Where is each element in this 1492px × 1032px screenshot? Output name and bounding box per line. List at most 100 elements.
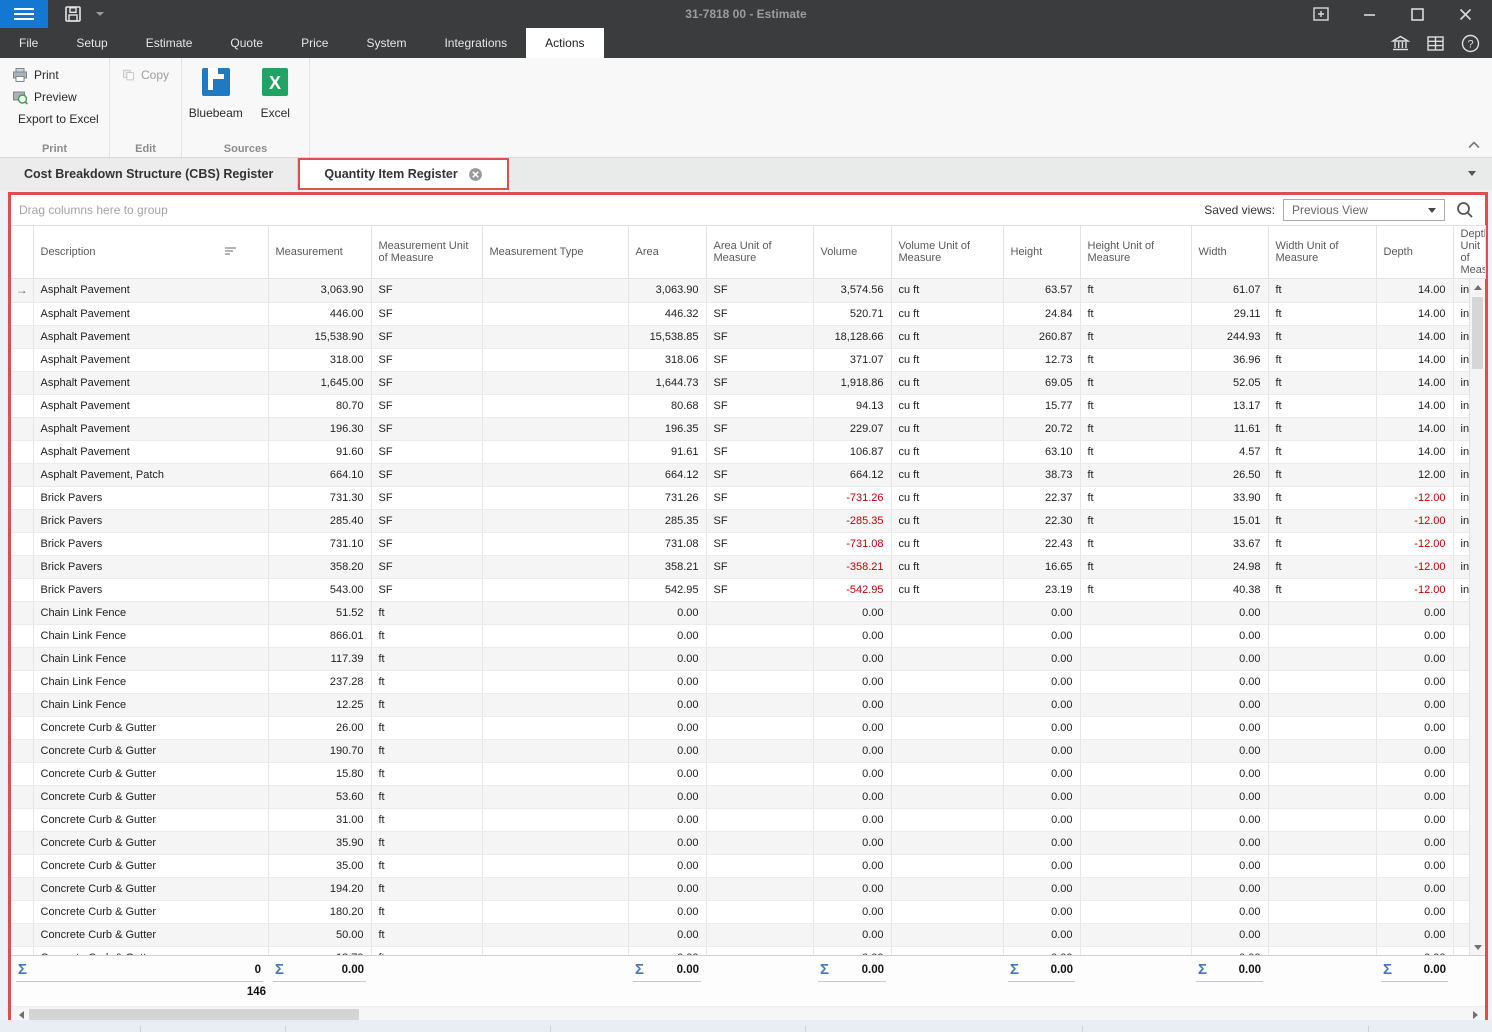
cell-width_uom[interactable]	[1268, 716, 1376, 739]
row-indicator[interactable]	[11, 440, 33, 463]
menu-file[interactable]: File	[0, 28, 57, 58]
cell-volume[interactable]: 0.00	[813, 808, 891, 831]
cell-depth_uom[interactable]	[1453, 739, 1469, 762]
cell-area_uom[interactable]	[706, 831, 813, 854]
cell-height_uom[interactable]: ft	[1080, 417, 1191, 440]
cell-description[interactable]: Asphalt Pavement	[33, 417, 268, 440]
cell-area[interactable]: 0.00	[628, 785, 706, 808]
cell-volume_uom[interactable]: cu ft	[891, 371, 1003, 394]
row-indicator[interactable]	[11, 532, 33, 555]
cell-measurement_uom[interactable]: ft	[371, 670, 482, 693]
row-indicator[interactable]	[11, 762, 33, 785]
column-header-height_uom[interactable]: Height Unit of Measure	[1080, 226, 1191, 279]
cell-height_uom[interactable]	[1080, 854, 1191, 877]
row-indicator[interactable]	[11, 486, 33, 509]
cell-area_uom[interactable]: SF	[706, 440, 813, 463]
tab-cbs-register[interactable]: Cost Breakdown Structure (CBS) Register	[0, 158, 298, 190]
row-indicator[interactable]	[11, 900, 33, 923]
cell-width_uom[interactable]: ft	[1268, 279, 1376, 302]
cell-area[interactable]: 1,644.73	[628, 371, 706, 394]
cell-volume_uom[interactable]: cu ft	[891, 509, 1003, 532]
cell-volume_uom[interactable]	[891, 900, 1003, 923]
cell-measurement_uom[interactable]: ft	[371, 808, 482, 831]
cell-area[interactable]: 285.35	[628, 509, 706, 532]
cell-measurement[interactable]: 50.00	[268, 923, 371, 946]
row-indicator[interactable]	[11, 302, 33, 325]
cell-volume_uom[interactable]: cu ft	[891, 440, 1003, 463]
cell-volume_uom[interactable]	[891, 647, 1003, 670]
cell-measurement[interactable]: 237.28	[268, 670, 371, 693]
cell-width[interactable]: 0.00	[1191, 854, 1268, 877]
cell-description[interactable]: Concrete Curb & Gutter	[33, 923, 268, 946]
cell-measurement_uom[interactable]: SF	[371, 440, 482, 463]
cell-width_uom[interactable]	[1268, 808, 1376, 831]
cell-measurement_type[interactable]	[482, 877, 628, 900]
cell-width_uom[interactable]: ft	[1268, 440, 1376, 463]
cell-area[interactable]: 0.00	[628, 808, 706, 831]
cell-width_uom[interactable]	[1268, 762, 1376, 785]
cell-measurement_type[interactable]	[482, 854, 628, 877]
cell-area[interactable]: 0.00	[628, 670, 706, 693]
column-header-measurement_type[interactable]: Measurement Type	[482, 226, 628, 279]
cell-measurement_type[interactable]	[482, 371, 628, 394]
cell-measurement[interactable]: 190.70	[268, 739, 371, 762]
cell-area[interactable]: 15,538.85	[628, 325, 706, 348]
cell-measurement_type[interactable]	[482, 325, 628, 348]
cell-area_uom[interactable]	[706, 946, 813, 955]
cell-area_uom[interactable]: SF	[706, 532, 813, 555]
cell-volume_uom[interactable]: cu ft	[891, 578, 1003, 601]
cell-height[interactable]: 69.05	[1003, 371, 1080, 394]
cell-height[interactable]: 0.00	[1003, 647, 1080, 670]
table-row[interactable]: Brick Pavers731.30SF731.26SF-731.26cu ft…	[11, 486, 1469, 509]
cell-height[interactable]: 0.00	[1003, 854, 1080, 877]
column-header-depth_uom[interactable]: Depth Unit of Measure	[1453, 226, 1485, 279]
scroll-down-icon[interactable]	[1470, 939, 1485, 955]
cell-height_uom[interactable]: ft	[1080, 555, 1191, 578]
cell-area[interactable]: 0.00	[628, 854, 706, 877]
cell-measurement[interactable]: 18.70	[268, 946, 371, 955]
cell-depth[interactable]: 14.00	[1376, 348, 1453, 371]
cell-volume[interactable]: 106.87	[813, 440, 891, 463]
cell-width[interactable]: 24.98	[1191, 555, 1268, 578]
cell-measurement[interactable]: 285.40	[268, 509, 371, 532]
row-indicator[interactable]	[11, 808, 33, 831]
cell-height[interactable]: 22.30	[1003, 509, 1080, 532]
table-row[interactable]: Brick Pavers543.00SF542.95SF-542.95cu ft…	[11, 578, 1469, 601]
cell-description[interactable]: Concrete Curb & Gutter	[33, 946, 268, 955]
cell-height[interactable]: 20.72	[1003, 417, 1080, 440]
cell-volume[interactable]: 0.00	[813, 647, 891, 670]
cell-depth_uom[interactable]: in	[1453, 555, 1469, 578]
cell-volume_uom[interactable]	[891, 831, 1003, 854]
cell-width_uom[interactable]: ft	[1268, 509, 1376, 532]
table-row[interactable]: Asphalt Pavement, Patch664.10SF664.12SF6…	[11, 463, 1469, 486]
cell-volume_uom[interactable]: cu ft	[891, 486, 1003, 509]
cell-area[interactable]: 731.26	[628, 486, 706, 509]
cell-width[interactable]: 26.50	[1191, 463, 1268, 486]
cell-height[interactable]: 24.84	[1003, 302, 1080, 325]
cell-depth[interactable]: 14.00	[1376, 325, 1453, 348]
cell-measurement_uom[interactable]: ft	[371, 716, 482, 739]
cell-height_uom[interactable]	[1080, 877, 1191, 900]
menu-actions[interactable]: Actions	[526, 28, 603, 58]
cell-measurement[interactable]: 731.10	[268, 532, 371, 555]
row-indicator[interactable]	[11, 555, 33, 578]
cell-description[interactable]: Asphalt Pavement	[33, 371, 268, 394]
cell-height[interactable]: 23.19	[1003, 578, 1080, 601]
cell-depth_uom[interactable]: in	[1453, 463, 1469, 486]
cell-area[interactable]: 542.95	[628, 578, 706, 601]
cell-depth_uom[interactable]	[1453, 900, 1469, 923]
cell-depth_uom[interactable]	[1453, 716, 1469, 739]
maximize-button[interactable]	[1406, 4, 1428, 24]
cell-volume[interactable]: -542.95	[813, 578, 891, 601]
cell-description[interactable]: Concrete Curb & Gutter	[33, 808, 268, 831]
cell-volume[interactable]: 520.71	[813, 302, 891, 325]
cell-height[interactable]: 0.00	[1003, 693, 1080, 716]
cell-area[interactable]: 446.32	[628, 302, 706, 325]
cell-height[interactable]: 12.73	[1003, 348, 1080, 371]
cell-measurement_uom[interactable]: ft	[371, 900, 482, 923]
column-header-volume[interactable]: Volume	[813, 226, 891, 279]
cell-depth_uom[interactable]: in	[1453, 578, 1469, 601]
cell-height[interactable]: 63.57	[1003, 279, 1080, 302]
cell-width[interactable]: 0.00	[1191, 670, 1268, 693]
cell-width[interactable]: 29.11	[1191, 302, 1268, 325]
